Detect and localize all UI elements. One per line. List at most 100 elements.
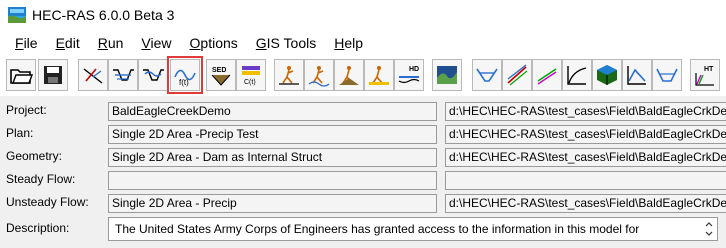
sediment-data-button[interactable]: SED [206, 59, 236, 91]
project-info-panel: Project: BaldEagleCreekDemo d:\HEC\HEC-R… [0, 96, 726, 248]
description-text: The United States Army Corps of Engineer… [115, 222, 640, 236]
profile-plot-icon [507, 64, 528, 86]
menu-gis-tools-label: IS Tools [266, 35, 317, 51]
menu-edit-accel: E [55, 35, 65, 51]
plan-label: Plan: [6, 126, 34, 140]
steady-flow-data-icon [113, 69, 134, 81]
geometry-label: Geometry: [6, 149, 63, 163]
menu-bar: File Edit Run View Options GIS Tools Hel… [0, 30, 726, 56]
steady-flow-analysis-button[interactable] [274, 59, 304, 91]
unsteady-flow-data-button[interactable]: f(t) [167, 56, 203, 94]
geometry-editor-icon [83, 68, 103, 84]
sed-label: SED [212, 67, 226, 74]
quasi-unsteady-flow-icon [143, 69, 164, 81]
sediment-data-icon: SED [211, 67, 231, 86]
stage-flow-hydrograph-button[interactable] [622, 59, 652, 91]
xyz-perspective-plot-icon [597, 65, 617, 85]
general-profile-plot-button[interactable] [532, 59, 562, 91]
water-quality-data-button[interactable]: C(t) [236, 59, 266, 91]
sediment-analysis-button[interactable] [334, 59, 364, 91]
open-folder-icon [10, 69, 33, 84]
menu-file-accel: F [15, 35, 24, 51]
menu-view-label: iew [150, 35, 172, 51]
steady-flow-row: Steady Flow: [0, 169, 726, 191]
project-row: Project: BaldEagleCreekDemo d:\HEC\HEC-R… [0, 100, 726, 122]
unsteady-flow-analysis-icon [308, 66, 330, 87]
save-project-button[interactable] [38, 59, 68, 91]
ras-mapper-button[interactable] [432, 59, 462, 91]
menu-gis-tools-accel: G [255, 35, 267, 51]
unsteady-flow-analysis-button[interactable] [304, 59, 334, 91]
menu-file[interactable]: File [6, 30, 47, 56]
ct-label: C(t) [244, 79, 256, 86]
plan-path-field[interactable]: d:\HEC\HEC-RAS\test_cases\Field\BaldEagl… [445, 125, 726, 144]
menu-run-accel: R [97, 35, 108, 51]
plan-row: Plan: Single 2D Area -Precip Test d:\HEC… [0, 123, 726, 145]
description-field[interactable]: The United States Army Corps of Engineer… [108, 217, 718, 241]
menu-options-accel: O [189, 35, 201, 51]
hd-label: HD [409, 66, 419, 73]
plan-name-field[interactable]: Single 2D Area -Precip Test [108, 125, 437, 144]
menu-view-accel: V [141, 35, 151, 51]
project-label: Project: [6, 103, 47, 117]
hydraulic-property-plot-button[interactable] [652, 59, 682, 91]
general-profile-plot-icon [537, 68, 557, 85]
unsteady-flow-data-icon: f(t) [174, 69, 196, 87]
chevron-down-icon[interactable] [705, 231, 713, 236]
menu-edit[interactable]: Edit [47, 30, 89, 56]
menu-options-label: ptions [200, 35, 238, 51]
profile-plot-button[interactable] [502, 59, 532, 91]
cross-section-plot-icon [476, 68, 498, 82]
chevron-up-icon[interactable] [705, 222, 713, 227]
sediment-analysis-icon [339, 66, 359, 85]
menu-view[interactable]: View [132, 30, 180, 56]
cross-section-plot-button[interactable] [472, 59, 502, 91]
rating-curve-button[interactable] [562, 59, 592, 91]
steady-flow-name-field[interactable] [108, 171, 437, 190]
water-quality-data-icon: C(t) [242, 66, 260, 86]
xyz-perspective-plot-button[interactable] [592, 59, 622, 91]
menu-options[interactable]: Options [181, 30, 247, 56]
project-name-field[interactable]: BaldEagleCreekDemo [108, 102, 437, 121]
open-project-button[interactable] [6, 59, 36, 91]
steady-flow-data-button[interactable] [108, 59, 138, 91]
menu-run[interactable]: Run [89, 30, 133, 56]
hec-ras-app-icon [8, 7, 26, 23]
water-quality-analysis-button[interactable] [364, 59, 394, 91]
unsteady-flow-label: Unsteady Flow: [6, 195, 89, 209]
stage-flow-hydrograph-icon [627, 66, 646, 85]
menu-edit-label: dit [64, 35, 80, 51]
ras-mapper-icon [437, 66, 457, 84]
unsteady-ft-label: f(t) [179, 78, 189, 87]
geometry-row: Geometry: Single 2D Area - Dam as Intern… [0, 146, 726, 168]
menu-gis-tools[interactable]: GIS Tools [247, 30, 325, 56]
steady-flow-path-field[interactable] [445, 171, 726, 190]
menu-help[interactable]: Help [325, 30, 372, 56]
menu-help-accel: H [334, 35, 345, 51]
unsteady-flow-name-field[interactable]: Single 2D Area - Precip [108, 194, 437, 213]
description-spinner[interactable] [701, 218, 717, 240]
rating-curve-icon [567, 66, 587, 85]
geometry-data-button[interactable] [78, 59, 108, 91]
unsteady-flow-path-field[interactable]: d:\HEC\HEC-RAS\test_cases\Field\BaldEagl… [445, 194, 726, 213]
steady-flow-analysis-icon [279, 66, 299, 85]
geometry-path-field[interactable]: d:\HEC\HEC-RAS\test_cases\Field\BaldEagl… [445, 148, 726, 167]
title-bar: HEC-RAS 6.0.0 Beta 3 [0, 0, 726, 30]
menu-help-label: elp [344, 35, 364, 51]
save-icon [44, 66, 62, 84]
ht-label: HT [704, 66, 714, 73]
hydraulic-design-icon: HD [398, 66, 420, 84]
hydraulic-table-button[interactable]: HT [690, 59, 720, 91]
menu-run-label: un [107, 35, 124, 51]
hydraulic-design-button[interactable]: HD [394, 59, 424, 91]
quasi-unsteady-flow-button[interactable] [138, 59, 168, 91]
description-label: Description: [6, 221, 70, 235]
menu-file-label: ile [23, 35, 38, 51]
hydraulic-property-plot-icon [656, 68, 678, 82]
steady-flow-label: Steady Flow: [6, 172, 76, 186]
hydraulic-table-icon: HT [695, 66, 714, 86]
unsteady-flow-row: Unsteady Flow: Single 2D Area - Precip d… [0, 192, 726, 214]
geometry-name-field[interactable]: Single 2D Area - Dam as Internal Struct [108, 148, 437, 167]
water-quality-analysis-icon [369, 66, 389, 85]
project-path-field[interactable]: d:\HEC\HEC-RAS\test_cases\Field\BaldEagl… [445, 102, 726, 121]
